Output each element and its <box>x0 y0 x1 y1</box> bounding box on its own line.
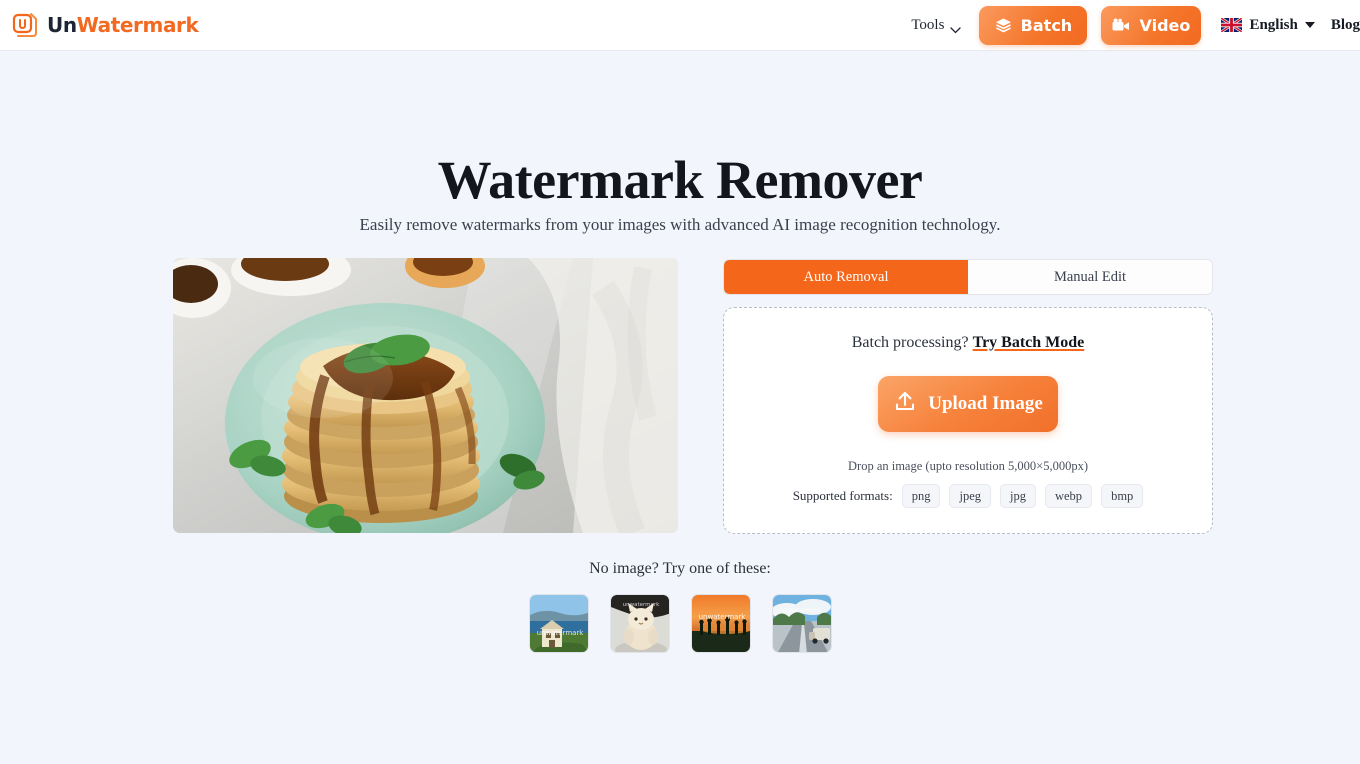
svg-text:unwatermark: unwatermark <box>698 613 746 621</box>
sample-sunset-silhouette[interactable]: unwatermark <box>690 594 751 653</box>
chevron-down-icon <box>950 22 962 33</box>
format-badge-png: png <box>901 484 941 508</box>
uk-flag-icon <box>1221 18 1243 32</box>
try-batch-mode-link[interactable]: Try Batch Mode <box>973 334 1085 351</box>
nav-blog[interactable]: Blog <box>1331 17 1360 34</box>
video-button-label: Video <box>1139 15 1191 35</box>
preview-image <box>173 258 678 533</box>
nav-tools[interactable]: Tools <box>911 16 962 34</box>
svg-text:unwatermark: unwatermark <box>536 629 584 637</box>
logo-text-primary: Un <box>47 13 77 37</box>
tab-auto-removal[interactable]: Auto Removal <box>724 260 968 294</box>
logo-text: UnWatermark <box>47 13 199 37</box>
upload-image-button-label: Upload Image <box>928 393 1043 414</box>
language-selector[interactable]: English <box>1221 16 1315 34</box>
format-badge-bmp: bmp <box>1101 484 1144 508</box>
mode-tabs: Auto Removal Manual Edit <box>723 259 1213 295</box>
nav-tools-label: Tools <box>911 16 945 33</box>
drop-hint: Drop an image (upto resolution 5,000×5,0… <box>848 459 1088 473</box>
format-badge-jpeg: jpeg <box>949 484 991 508</box>
video-button[interactable]: Video <box>1101 5 1202 45</box>
header-nav: Tools Batch Video English Blog <box>911 5 1360 45</box>
language-label: English <box>1249 16 1298 33</box>
logo-text-accent: Watermark <box>76 13 199 37</box>
format-badge-webp: webp <box>1044 484 1093 508</box>
upload-image-button[interactable]: Upload Image <box>878 376 1058 432</box>
supported-formats: Supported formats: png jpeg jpg webp bmp <box>793 484 1144 508</box>
samples-label: No image? Try one of these: <box>589 560 771 577</box>
video-camera-icon <box>1112 18 1130 33</box>
supported-formats-label: Supported formats: <box>792 488 893 503</box>
upload-dropzone[interactable]: Batch processing? Try Batch Mode Upload … <box>723 307 1213 534</box>
caret-down-icon <box>1304 22 1315 28</box>
batch-prompt-text: Batch processing? <box>851 334 969 351</box>
format-badge-jpg: jpg <box>1000 484 1036 508</box>
layers-icon <box>995 17 1012 34</box>
svg-text:unwatermark: unwatermark <box>622 602 660 608</box>
logo[interactable]: UnWatermark <box>12 12 199 38</box>
page-title: Watermark Remover <box>437 150 923 210</box>
sample-house-by-water[interactable]: unwatermark <box>528 594 589 653</box>
batch-prompt: Batch processing? Try Batch Mode <box>852 334 1085 352</box>
batch-button-label: Batch <box>1020 15 1073 35</box>
svg-text:unwatermark: unwatermark <box>780 607 821 614</box>
sample-truck-on-road[interactable]: unwatermark <box>771 594 832 653</box>
sample-plush-cat[interactable]: unwatermark <box>609 594 670 653</box>
page-subtitle: Easily remove watermarks from your image… <box>359 215 1001 234</box>
site-header: UnWatermark Tools Batch Video English Bl… <box>0 0 1360 51</box>
batch-button[interactable]: Batch <box>979 5 1088 45</box>
sample-images: unwatermark unwatermark unwatermark unwa… <box>0 594 1360 653</box>
unwatermark-logo-icon <box>12 12 38 38</box>
upload-arrow-icon <box>893 389 917 419</box>
tab-manual-edit[interactable]: Manual Edit <box>968 260 1212 294</box>
